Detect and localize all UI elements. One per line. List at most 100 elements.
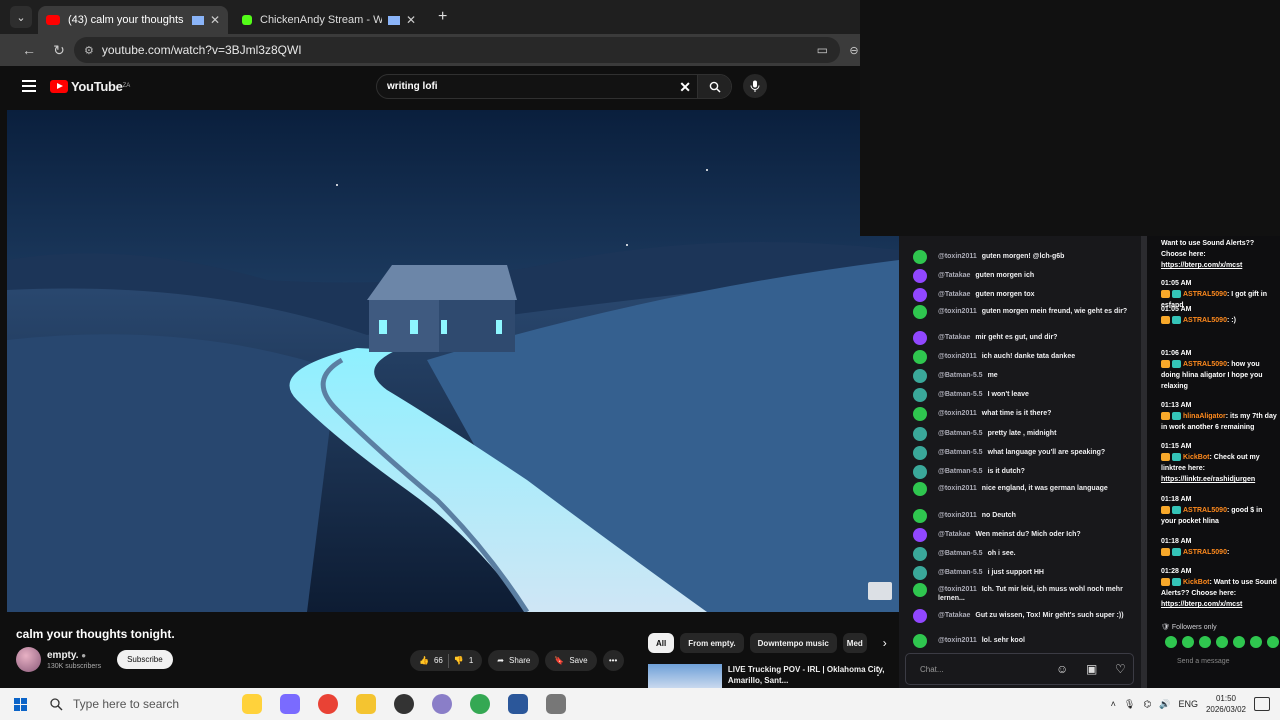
chat-username[interactable]: @Batman-5.5 — [938, 391, 983, 398]
new-tab-plus-icon[interactable]: + — [438, 8, 447, 26]
zoom-icon[interactable]: ⊖ — [848, 44, 860, 57]
site-info-icon[interactable]: ⚙ — [84, 44, 94, 57]
volume-icon[interactable]: 🔊 — [1159, 699, 1170, 710]
message-username[interactable]: ASTRAL5090 — [1183, 361, 1227, 368]
emote-icon[interactable] — [1199, 636, 1211, 648]
chrome-icon[interactable] — [318, 694, 338, 714]
chip-all[interactable]: All — [648, 633, 675, 653]
save-button[interactable]: 🔖 Save — [545, 650, 597, 671]
more-actions-button[interactable]: ••• — [602, 650, 624, 671]
chat-username[interactable]: @Tatakae — [938, 531, 970, 538]
start-button[interactable] — [0, 697, 40, 711]
search-input[interactable]: writing lofi ✕ — [376, 74, 732, 99]
tab-search-button[interactable]: ⌄ — [10, 6, 32, 28]
app-icon[interactable] — [432, 694, 452, 714]
chat-message: @Batman-5.5 is it dutch? — [913, 465, 1128, 479]
message-link[interactable]: https://bterp.com/x/mcst — [1161, 599, 1279, 610]
chat-username[interactable]: @Batman-5.5 — [938, 372, 983, 379]
clear-search-icon[interactable]: ✕ — [679, 79, 691, 96]
message-link[interactable]: https://bterp.com/x/mcst — [1161, 260, 1279, 271]
like-icon[interactable]: 👍 — [419, 656, 429, 665]
chrome-profile-icon[interactable] — [470, 694, 490, 714]
voice-search-button[interactable] — [743, 74, 767, 98]
url-bar[interactable]: ⚙ youtube.com/watch?v=3BJml3z8QWI ▭ — [74, 37, 840, 63]
chat-username[interactable]: @toxin2011 — [938, 586, 977, 593]
channel-avatar[interactable] — [16, 647, 41, 672]
chat-username[interactable]: @Tatakae — [938, 612, 970, 619]
related-title[interactable]: LIVE Trucking POV - IRL | Oklahoma City,… — [728, 664, 888, 688]
like-count[interactable]: 66 — [434, 656, 443, 665]
obs-icon[interactable] — [394, 694, 414, 714]
word-icon[interactable] — [508, 694, 528, 714]
message-username[interactable]: ASTRAL5090 — [1183, 507, 1227, 514]
chat-username[interactable]: @Tatakae — [938, 291, 970, 298]
taskbar-search[interactable]: Type here to search — [40, 688, 236, 720]
tab-youtube[interactable]: (43) calm your thoughts tonight ✕ — [38, 6, 228, 34]
chat-username[interactable]: @toxin2011 — [938, 637, 977, 644]
emote-icon[interactable] — [1250, 636, 1262, 648]
microphone-icon[interactable]: 🎙 — [1124, 699, 1135, 710]
chat-username[interactable]: @toxin2011 — [938, 253, 977, 260]
emote-icon[interactable] — [1216, 636, 1228, 648]
layout-icon[interactable]: ▣ — [1086, 662, 1097, 676]
message-username[interactable]: ASTRAL5090 — [1183, 317, 1227, 324]
chat-username[interactable]: @Batman-5.5 — [938, 468, 983, 475]
chat-username[interactable]: @Tatakae — [938, 272, 970, 279]
heart-icon[interactable]: ♡ — [1115, 662, 1126, 676]
menu-hamburger-icon[interactable] — [22, 80, 36, 92]
clock[interactable]: 01:50 2026/03/02 — [1206, 693, 1246, 715]
message-username[interactable]: ASTRAL5090 — [1183, 291, 1227, 298]
emote-icon[interactable] — [1267, 636, 1279, 648]
chevron-up-icon[interactable]: ˄ — [1111, 699, 1116, 709]
close-tab-icon[interactable]: ✕ — [406, 13, 416, 27]
emoji-icon[interactable]: ☺ — [1056, 662, 1068, 676]
sparkle-app-icon[interactable] — [242, 694, 262, 714]
chat-username[interactable]: @Tatakae — [938, 334, 970, 341]
chip-downtempo[interactable]: Downtempo music — [749, 633, 837, 653]
file-explorer-icon[interactable] — [356, 694, 376, 714]
copilot-icon[interactable] — [280, 694, 300, 714]
app-icon[interactable] — [546, 694, 566, 714]
dislike-count[interactable]: 1 — [469, 656, 473, 665]
cast-icon[interactable]: ▭ — [817, 43, 828, 57]
send-message-input[interactable]: Send a message — [1177, 658, 1230, 666]
kebab-menu-icon[interactable]: ⋮ — [872, 664, 884, 678]
subscribe-button[interactable]: Subscribe — [117, 650, 173, 669]
chat-username[interactable]: @Batman-5.5 — [938, 569, 983, 576]
close-tab-icon[interactable]: ✕ — [210, 13, 220, 27]
message-username[interactable]: hlinaAligator — [1183, 413, 1226, 420]
youtube-logo[interactable]: YouTube ZA — [50, 79, 130, 94]
chip-med[interactable]: Med — [842, 633, 867, 653]
chat-username[interactable]: @toxin2011 — [938, 410, 977, 417]
reload-icon[interactable]: ↻ — [44, 42, 74, 59]
message-link[interactable]: https://linktr.ee/rashidjurgen — [1161, 474, 1279, 485]
share-button[interactable]: ➦ Share — [488, 650, 540, 671]
emote-icon[interactable] — [1165, 636, 1177, 648]
emote-icon[interactable] — [1182, 636, 1194, 648]
back-arrow-icon[interactable]: ← — [14, 42, 44, 58]
language-indicator[interactable]: ENG — [1178, 699, 1198, 709]
chevron-right-icon[interactable]: › — [883, 636, 887, 650]
chat-username[interactable]: @Batman-5.5 — [938, 430, 983, 437]
network-icon[interactable]: ⌬ — [1143, 699, 1151, 710]
tab-kick[interactable]: ChickenAndy Stream - Watch ✕ — [234, 6, 424, 34]
chat-username[interactable]: @Batman-5.5 — [938, 550, 983, 557]
related-video[interactable]: LIVE Trucking POV - IRL | Oklahoma City,… — [648, 664, 888, 688]
channel-name[interactable]: empty. ● — [47, 650, 101, 661]
chat-username[interactable]: @Batman-5.5 — [938, 449, 983, 456]
chat-username[interactable]: @toxin2011 — [938, 512, 977, 519]
chip-from-channel[interactable]: From empty. — [680, 633, 744, 653]
message-username[interactable]: KickBot — [1183, 454, 1209, 461]
chat-input[interactable]: Chat... ☺ ▣ ♡ — [905, 653, 1134, 685]
notification-icon[interactable] — [1254, 697, 1270, 711]
emote-icon[interactable] — [1233, 636, 1245, 648]
chat-username[interactable]: @toxin2011 — [938, 353, 977, 360]
chat-username[interactable]: @toxin2011 — [938, 308, 977, 315]
dislike-icon[interactable]: 👎 — [454, 656, 464, 665]
related-thumbnail[interactable] — [648, 664, 722, 688]
message-username[interactable]: ASTRAL5090 — [1183, 549, 1227, 556]
message-username[interactable]: KickBot — [1183, 579, 1209, 586]
video-player[interactable] — [7, 110, 899, 612]
chat-username[interactable]: @toxin2011 — [938, 485, 977, 492]
search-button[interactable] — [697, 75, 731, 98]
